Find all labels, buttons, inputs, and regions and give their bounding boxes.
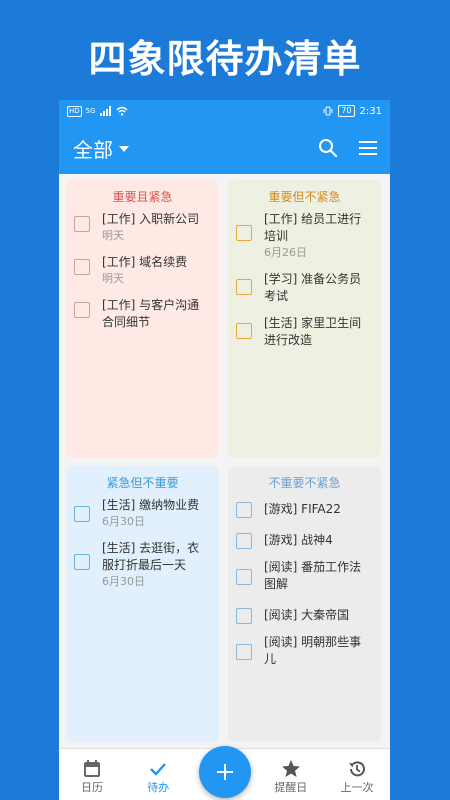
task-checkbox[interactable] xyxy=(236,608,252,624)
task-title: [游戏] 战神4 xyxy=(264,533,333,547)
chevron-down-icon xyxy=(119,146,129,152)
battery-indicator: 70 xyxy=(338,105,355,117)
nav-todo-label: 待办 xyxy=(147,781,170,794)
task-date: 6月30日 xyxy=(102,515,145,528)
task-item[interactable]: [工作] 入职新公司 明天 xyxy=(74,211,211,244)
task-title: [生活] 去逛街，衣服打折最后一天 xyxy=(102,541,200,572)
task-item[interactable]: [阅读] 番茄工作法图解 xyxy=(236,559,373,593)
filter-label: 全部 xyxy=(73,137,113,162)
task-title: [工作] 给员工进行培训 xyxy=(264,212,362,243)
task-checkbox[interactable] xyxy=(74,259,90,275)
task-item[interactable]: [生活] 缴纳物业费 6月30日 xyxy=(74,497,211,530)
quadrant-urgent-not-important[interactable]: 紧急但不重要 [生活] 缴纳物业费 6月30日 [生活] 去逛街，衣服打折最后一天… xyxy=(66,466,219,742)
task-title: [生活] 家里卫生间进行改造 xyxy=(264,316,362,347)
task-item[interactable]: [学习] 准备公务员考试 xyxy=(236,271,373,305)
task-item[interactable]: [阅读] 明朝那些事儿 xyxy=(236,634,373,668)
task-checkbox[interactable] xyxy=(74,554,90,570)
history-icon xyxy=(349,761,365,777)
app-bar: 全部 xyxy=(59,122,390,174)
add-task-button[interactable] xyxy=(199,746,251,798)
task-checkbox[interactable] xyxy=(236,225,252,241)
task-checkbox[interactable] xyxy=(74,506,90,522)
task-item[interactable]: [工作] 与客户沟通合同细节 xyxy=(74,297,211,331)
task-title: [阅读] 大秦帝国 xyxy=(264,608,350,622)
task-checkbox[interactable] xyxy=(236,569,252,585)
calendar-icon xyxy=(84,760,100,777)
nav-reminder-label: 提醒日 xyxy=(274,781,308,794)
signal-icon xyxy=(99,106,111,116)
quadrant-not-urgent-not-important[interactable]: 不重要不紧急 [游戏] FIFA22 [游戏] 战神4 [阅读] 番茄工作法图解… xyxy=(228,466,381,742)
task-checkbox[interactable] xyxy=(236,533,252,549)
task-date: 明天 xyxy=(102,272,124,285)
quadrant-title: 重要但不紧急 xyxy=(268,190,341,204)
task-checkbox[interactable] xyxy=(236,323,252,339)
quadrant-title: 重要且紧急 xyxy=(112,190,173,204)
quadrant-urgent-important[interactable]: 重要且紧急 [工作] 入职新公司 明天 [工作] 域名续费 明天 [工作] 与客户沟… xyxy=(66,180,219,458)
task-item[interactable]: [游戏] FIFA22 xyxy=(236,497,373,518)
quadrant-grid: 重要且紧急 [工作] 入职新公司 明天 [工作] 域名续费 明天 [工作] 与客户沟… xyxy=(66,180,383,742)
task-title: [游戏] FIFA22 xyxy=(264,502,341,516)
clock: 2:31 xyxy=(359,105,382,117)
task-checkbox[interactable] xyxy=(74,302,90,318)
nav-todo[interactable]: 待办 xyxy=(125,749,191,800)
task-item[interactable]: [生活] 家里卫生间进行改造 xyxy=(236,315,373,349)
task-item[interactable]: [工作] 域名续费 明天 xyxy=(74,254,211,287)
task-checkbox[interactable] xyxy=(236,644,252,660)
nav-reminder[interactable]: 提醒日 xyxy=(258,749,324,800)
nav-calendar-label: 日历 xyxy=(81,781,103,794)
task-item[interactable]: [工作] 给员工进行培训 6月26日 xyxy=(236,211,373,261)
quadrant-title: 不重要不紧急 xyxy=(268,476,341,490)
signal-label: 5G xyxy=(85,107,96,115)
phone-screen: HD 5G 70 2:31 全部 重要且紧急 [工作] 入职新公司 明天 [工作… xyxy=(59,100,390,800)
task-item[interactable]: [生活] 去逛街，衣服打折最后一天 6月30日 xyxy=(74,540,211,590)
status-bar: HD 5G 70 2:31 xyxy=(59,100,390,122)
filter-dropdown[interactable]: 全部 xyxy=(73,134,129,163)
task-title: [学习] 准备公务员考试 xyxy=(264,272,362,303)
task-title: [生活] 缴纳物业费 xyxy=(102,498,200,512)
task-checkbox[interactable] xyxy=(74,216,90,232)
nav-last-label: 上一次 xyxy=(340,781,374,794)
vibrate-icon xyxy=(323,106,333,116)
banner-title: 四象限待办清单 xyxy=(88,37,362,81)
hd-indicator: HD xyxy=(67,105,82,117)
task-date: 6月26日 xyxy=(264,246,307,259)
task-checkbox[interactable] xyxy=(236,279,252,295)
nav-last[interactable]: 上一次 xyxy=(324,749,390,800)
task-date: 6月30日 xyxy=(102,575,145,588)
task-item[interactable]: [游戏] 战神4 xyxy=(236,528,373,549)
search-icon[interactable] xyxy=(318,138,338,158)
check-icon xyxy=(150,763,167,776)
quadrant-title: 紧急但不重要 xyxy=(106,476,179,490)
task-title: [工作] 入职新公司 xyxy=(102,212,200,226)
task-item[interactable]: [阅读] 大秦帝国 xyxy=(236,603,373,624)
task-date: 明天 xyxy=(102,229,124,242)
task-title: [阅读] 番茄工作法图解 xyxy=(264,560,362,591)
wifi-icon xyxy=(116,106,128,116)
menu-icon[interactable] xyxy=(358,140,378,156)
task-title: [工作] 域名续费 xyxy=(102,255,188,269)
plus-icon xyxy=(217,764,233,780)
task-title: [工作] 与客户沟通合同细节 xyxy=(102,298,200,329)
task-title: [阅读] 明朝那些事儿 xyxy=(264,635,362,666)
task-checkbox[interactable] xyxy=(236,502,252,518)
quadrant-important-not-urgent[interactable]: 重要但不紧急 [工作] 给员工进行培训 6月26日 [学习] 准备公务员考试 [生… xyxy=(228,180,381,458)
nav-calendar[interactable]: 日历 xyxy=(59,749,125,800)
star-icon xyxy=(281,760,300,777)
